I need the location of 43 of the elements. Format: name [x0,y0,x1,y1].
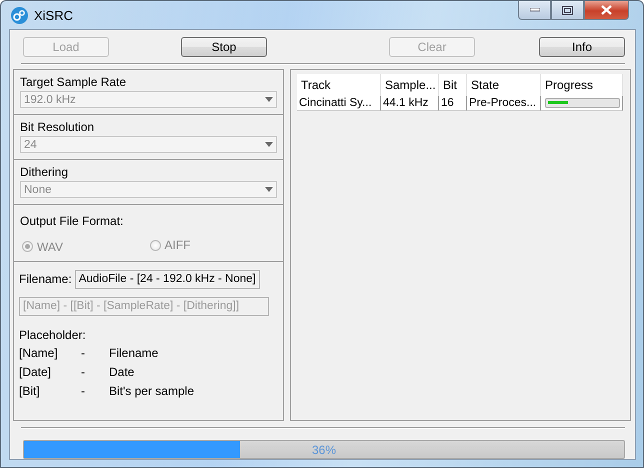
pattern-field[interactable]: [Name] - [[Bit] - [SampleRate] - [Dithering]] [19,296,269,316]
gears-icon [11,7,28,24]
column-header[interactable]: Progress [541,74,623,96]
dropdown-value: None [24,184,52,196]
dropdown-value: 192.0 kHz [24,94,76,106]
placeholder-token: [Bit] [19,384,41,398]
placeholder-description: Filename [109,346,160,360]
column-header[interactable]: Bit [439,74,467,96]
field-label: Bit Resolution [20,120,94,134]
close-icon [601,5,612,15]
table-cell: 16 [439,96,467,111]
separator-text: - [81,346,86,360]
field-label: Output File Format: [20,214,124,228]
toolbar-button[interactable]: Stop [181,37,267,57]
section-heading: Placeholder: [19,328,86,342]
placeholder-token: [Name] [19,346,59,360]
field-label: Target Sample Rate [20,75,126,89]
filename-field[interactable]: AudioFile - [24 - 192.0 kHz - None] [74,270,260,288]
toolbar-button[interactable]: Info [539,37,625,57]
separator-text: - [81,364,86,380]
separator-text: - [81,384,86,398]
caret-icon [265,187,273,192]
placeholder-description: Date [109,364,136,380]
close-button[interactable] [584,1,629,20]
table-cell: Cincinatti Sy... [297,96,381,111]
placeholder-token: [Date] [19,364,52,380]
caret-icon [265,97,273,102]
column-header[interactable]: Track [297,74,381,96]
maximize-button[interactable] [551,1,584,20]
column-header[interactable]: Sample... [381,74,439,96]
minimize-button[interactable] [518,1,551,20]
placeholder-description: Bit's per sample [109,384,195,398]
dropdown-value: 24 [24,138,37,150]
field-label: Filename: [19,272,72,286]
minimize-icon [530,8,540,12]
caret-icon [265,142,273,147]
field-label: Dithering [20,165,68,179]
column-header[interactable]: State [467,74,541,96]
table-cell: 44.1 kHz [381,96,439,111]
progress-reading: 36% [312,442,336,456]
table-cell: Pre-Proces... [467,96,541,111]
window-title: XiSRC [34,8,74,23]
maximize-icon [562,6,573,14]
